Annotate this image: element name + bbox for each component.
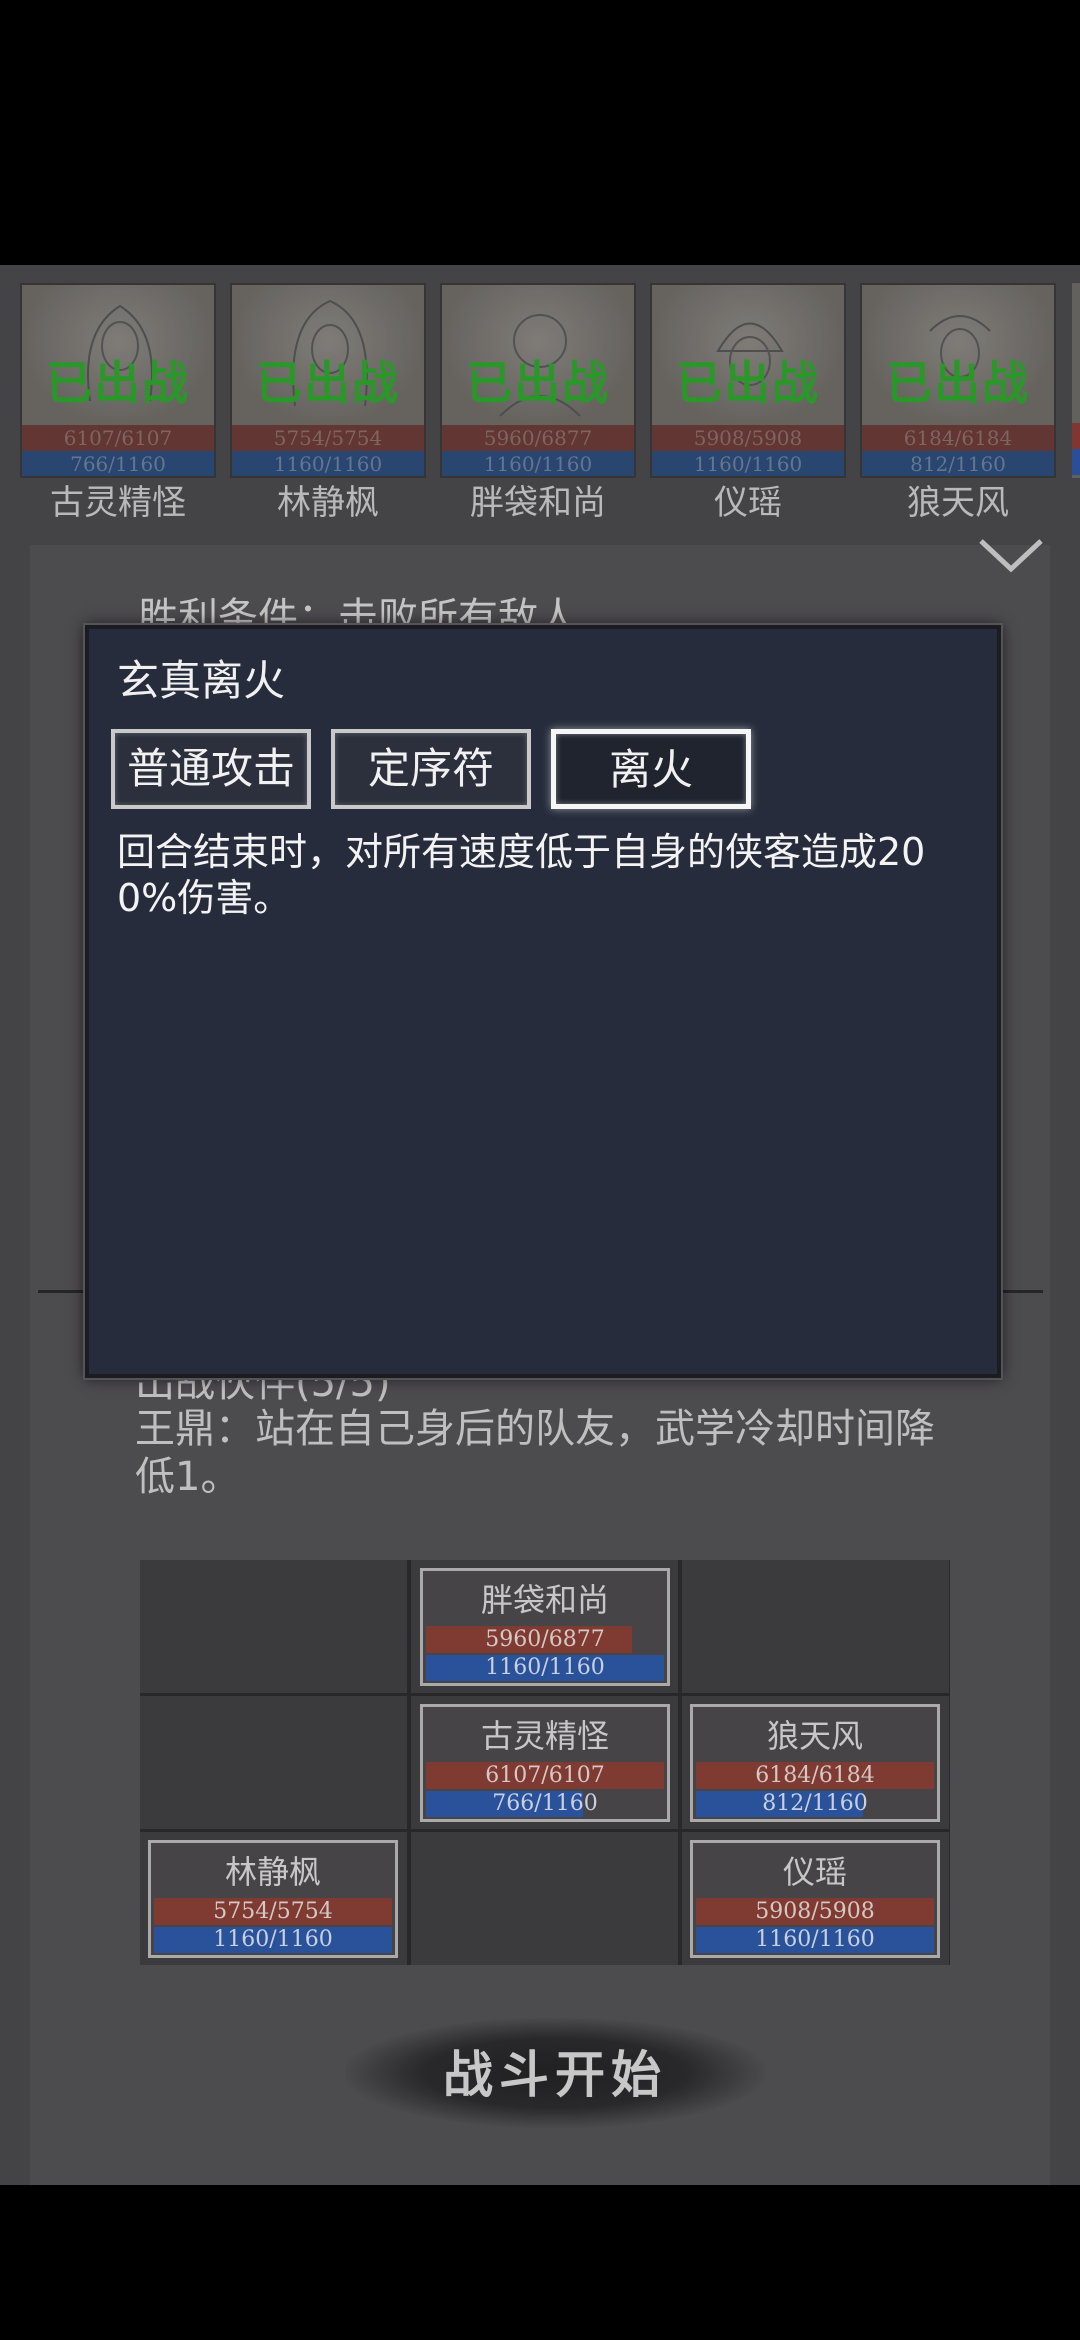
dialog-title: 玄真离火: [117, 656, 286, 705]
tab-normal-attack[interactable]: 普通攻击: [111, 729, 311, 809]
skill-dialog: 玄真离火 普通攻击 定序符 离火 回合结束时，对所有速度低于自身的侠客造成200…: [85, 625, 1001, 1378]
tab-li-fire[interactable]: 离火: [551, 729, 751, 809]
bottom-black-bar: [0, 2185, 1080, 2340]
skill-description: 回合结束时，对所有速度低于自身的侠客造成200%伤害。: [117, 830, 926, 920]
tab-order-talisman[interactable]: 定序符: [331, 729, 531, 809]
game-screen: 已出战 6107/6107 766/1160 古灵精怪 已出战 5754/575…: [0, 265, 1080, 2185]
